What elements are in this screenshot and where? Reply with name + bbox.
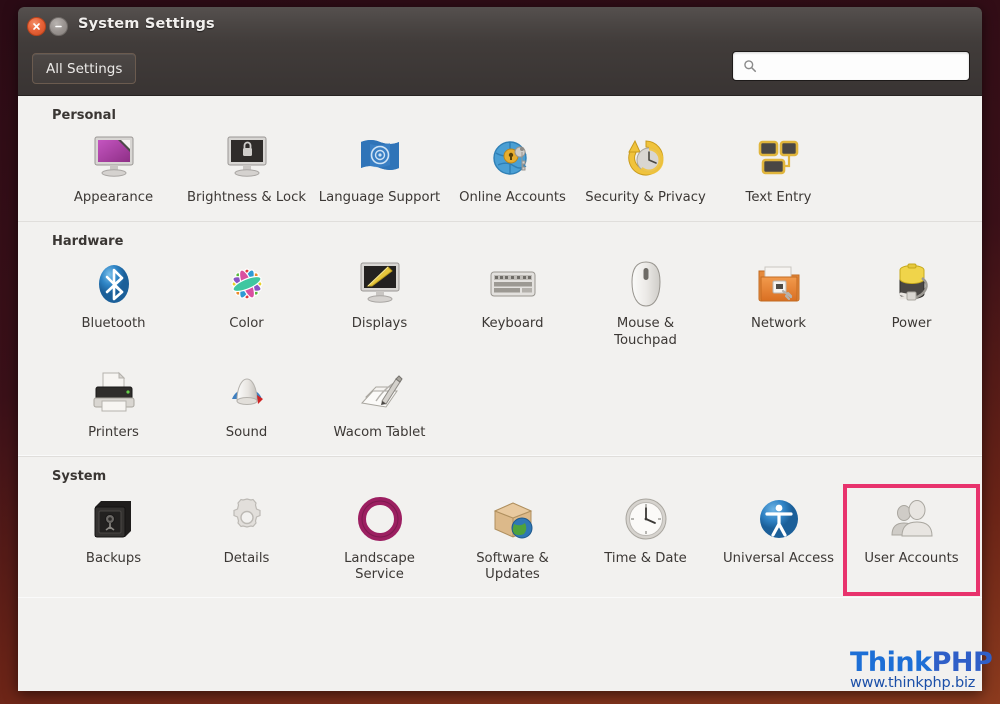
toolbar: All Settings (18, 43, 982, 96)
appearance-icon (89, 133, 139, 183)
settings-item-network[interactable]: Network (712, 251, 845, 360)
settings-item-label: Software & Updates (476, 550, 549, 583)
wacom-tablet-icon (355, 368, 405, 418)
settings-item-power[interactable]: Power (845, 251, 978, 360)
system-settings-window: System Settings All Settings Personal Ap… (18, 7, 982, 691)
section-title-personal: Personal (52, 108, 116, 123)
settings-item-label: Power (891, 315, 932, 331)
settings-item-label: Online Accounts (459, 190, 566, 205)
settings-item-label: Network (750, 315, 807, 331)
settings-item-label: Details (223, 550, 270, 566)
settings-item-displays[interactable]: Displays (313, 251, 446, 360)
icon-grid-personal: Appearance Brightness & Lock Language Su… (47, 125, 982, 217)
keyboard-icon (488, 259, 538, 309)
close-icon[interactable] (27, 17, 46, 36)
settings-item-label: Printers (88, 424, 139, 440)
text-entry-icon (754, 133, 804, 183)
settings-item-label: Wacom Tablet (333, 424, 426, 440)
settings-item-universal-access[interactable]: Universal Access (712, 486, 845, 595)
search-field[interactable] (732, 51, 970, 81)
settings-item-label: Security & Privacy (585, 190, 706, 205)
settings-item-label: Universal Access (723, 550, 834, 566)
settings-item-details[interactable]: Details (180, 486, 313, 595)
settings-item-label: Keyboard (481, 315, 544, 331)
settings-item-label: Sound (225, 424, 268, 440)
settings-item-bluetooth[interactable]: Bluetooth (47, 251, 180, 360)
backups-icon (89, 494, 139, 544)
details-icon (222, 494, 272, 544)
color-icon (222, 259, 272, 309)
settings-item-time-date[interactable]: Time & Date (579, 486, 712, 595)
security-privacy-icon (621, 133, 671, 183)
settings-item-label: Color (229, 315, 264, 331)
settings-item-label: Displays (351, 315, 408, 331)
settings-content: Personal Appearance Brightness & Lock La… (18, 96, 982, 691)
language-support-icon (355, 133, 405, 183)
universal-access-icon (754, 494, 804, 544)
search-icon (744, 60, 757, 73)
settings-item-label: Landscape Service (344, 550, 415, 583)
sound-icon (222, 368, 272, 418)
printers-icon (89, 368, 139, 418)
network-icon (754, 259, 804, 309)
settings-item-label: Language Support (318, 190, 441, 205)
time-date-icon (621, 494, 671, 544)
displays-icon (355, 259, 405, 309)
settings-item-language-support[interactable]: Language Support (313, 125, 446, 217)
settings-item-brightness-lock[interactable]: Brightness & Lock (180, 125, 313, 217)
settings-item-label: Mouse & Touchpad (614, 315, 677, 348)
landscape-service-icon (355, 494, 405, 544)
settings-item-keyboard[interactable]: Keyboard (446, 251, 579, 360)
section-system: System Backups Details Landscape Service… (18, 455, 982, 599)
search-input[interactable] (764, 57, 958, 75)
settings-item-user-accounts[interactable]: User Accounts (843, 483, 980, 597)
icon-grid-system: Backups Details Landscape Service Softwa… (47, 483, 982, 597)
window-title: System Settings (78, 16, 215, 32)
settings-item-online-accounts[interactable]: Online Accounts (446, 125, 579, 217)
window-titlebar: System Settings (18, 7, 982, 43)
settings-item-appearance[interactable]: Appearance (47, 125, 180, 217)
settings-item-label: Bluetooth (81, 315, 146, 331)
online-accounts-icon (488, 133, 538, 183)
settings-item-mouse-touchpad[interactable]: Mouse & Touchpad (579, 251, 712, 360)
settings-item-wacom-tablet[interactable]: Wacom Tablet (313, 360, 446, 452)
brightness-lock-icon (222, 133, 272, 183)
settings-item-label: Appearance (73, 190, 154, 205)
user-accounts-icon (887, 494, 937, 544)
section-hardware: Hardware Bluetooth Color Displays Keyboa… (18, 220, 982, 456)
settings-item-label: Backups (85, 550, 142, 566)
settings-item-landscape-service[interactable]: Landscape Service (313, 486, 446, 595)
software-updates-icon (488, 494, 538, 544)
settings-item-printers[interactable]: Printers (47, 360, 180, 452)
settings-item-label: Brightness & Lock (187, 190, 306, 205)
mouse-touchpad-icon (621, 259, 671, 309)
section-title-hardware: Hardware (52, 233, 124, 249)
section-title-system: System (52, 468, 107, 484)
settings-item-label: Text Entry (745, 190, 812, 205)
settings-item-label: User Accounts (864, 550, 959, 566)
settings-item-label: Time & Date (604, 550, 687, 566)
settings-item-backups[interactable]: Backups (47, 486, 180, 595)
all-settings-button[interactable]: All Settings (32, 53, 137, 84)
settings-item-software-updates[interactable]: Software & Updates (446, 486, 579, 595)
minimize-icon[interactable] (49, 17, 68, 36)
power-icon (887, 259, 937, 309)
bluetooth-icon (89, 259, 139, 309)
settings-item-text-entry[interactable]: Text Entry (712, 125, 845, 217)
icon-grid-hardware: Bluetooth Color Displays Keyboard Mouse … (47, 251, 982, 452)
section-personal: Personal Appearance Brightness & Lock La… (18, 108, 982, 221)
settings-item-security-privacy[interactable]: Security & Privacy (579, 125, 712, 217)
settings-item-color[interactable]: Color (180, 251, 313, 360)
settings-item-sound[interactable]: Sound (180, 360, 313, 452)
all-settings-label: All Settings (46, 60, 123, 77)
